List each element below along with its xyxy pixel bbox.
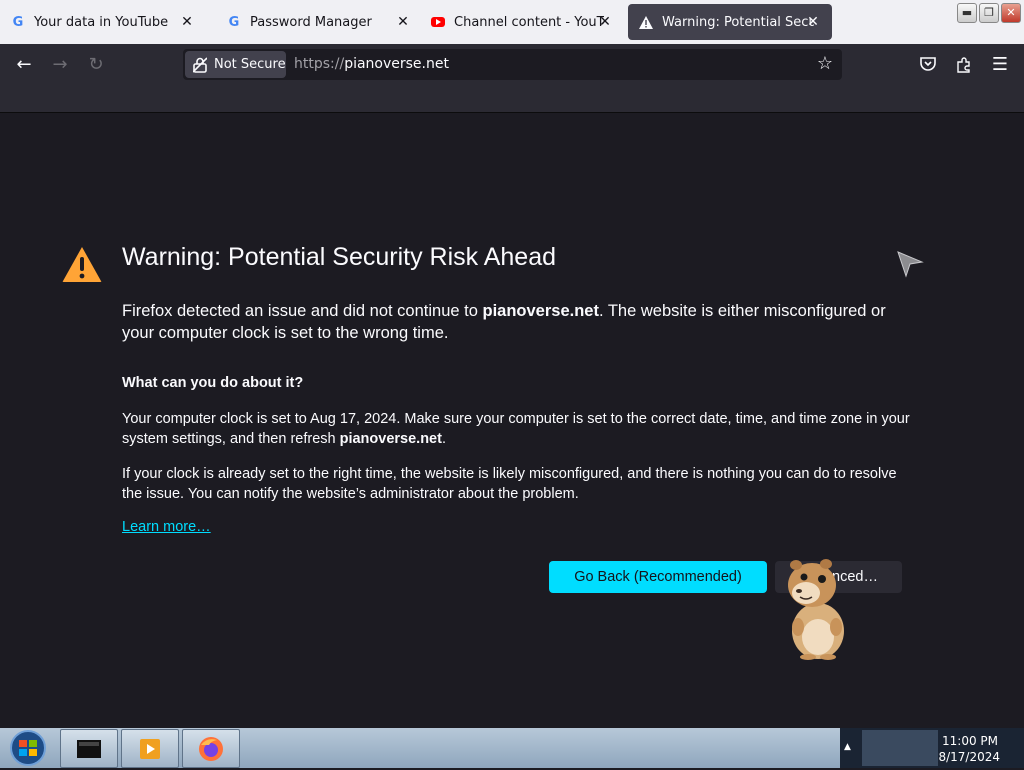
menu-icon[interactable]: ☰ [987, 52, 1013, 78]
advice-text: Your computer clock is set to Aug 17, 20… [122, 411, 910, 447]
window-close-button[interactable]: ✕ [1001, 3, 1021, 23]
url-text[interactable]: https://pianoverse.net [294, 56, 449, 72]
tab-strip: G Your data in YouTube ✕ G Password Mana… [0, 0, 1024, 44]
navigation-toolbar: ← → ↻ Not Secure https://pianoverse.net … [0, 44, 1024, 86]
start-button[interactable] [2, 730, 54, 766]
close-icon[interactable]: ✕ [178, 13, 196, 31]
url-protocol: https:// [294, 56, 345, 72]
mouse-cursor-icon [896, 250, 924, 282]
tab-label: Password Manager [250, 14, 372, 30]
close-icon[interactable]: ✕ [596, 13, 614, 31]
back-button[interactable]: ← [11, 52, 37, 78]
tab-label: Your data in YouTube [34, 14, 169, 30]
description-text: Firefox detected an issue and did not co… [122, 302, 483, 320]
reload-button[interactable]: ↻ [83, 52, 109, 78]
tab-security-warning[interactable]: Warning: Potential Security R ✕ [628, 4, 832, 40]
tab-your-data-youtube[interactable]: G Your data in YouTube ✕ [0, 0, 206, 44]
url-bar[interactable]: Not Secure https://pianoverse.net ☆ [183, 49, 842, 80]
minimize-button[interactable]: ▬ [957, 3, 977, 23]
error-description: Firefox detected an issue and did not co… [122, 300, 912, 344]
pocket-icon[interactable] [915, 52, 941, 78]
close-icon[interactable]: ✕ [394, 13, 412, 31]
youtube-icon [430, 14, 446, 30]
hamster-sticker-icon [782, 557, 852, 665]
advice-text: . [441, 431, 446, 447]
tab-password-manager[interactable]: G Password Manager ✕ [216, 0, 422, 44]
taskbar-app-media-player[interactable] [121, 729, 179, 768]
what-can-you-do-heading: What can you do about it? [122, 375, 304, 391]
tab-label: Warning: Potential Security R [662, 14, 814, 30]
forward-button[interactable]: → [47, 52, 73, 78]
error-page: Warning: Potential Security Risk Ahead F… [0, 113, 1024, 728]
google-icon: G [12, 14, 24, 30]
clock-time[interactable]: 11:00 PM [942, 734, 998, 748]
warning-icon [638, 14, 654, 30]
tab-channel-content[interactable]: Channel content - YouTube ✕ [420, 0, 624, 44]
maximize-button[interactable]: ❐ [979, 3, 999, 23]
taskbar-app-terminal[interactable] [60, 729, 118, 768]
extensions-icon[interactable] [951, 52, 977, 78]
taskbar-app-firefox[interactable] [182, 729, 240, 768]
clock-advice: Your computer clock is set to Aug 17, 20… [122, 409, 912, 449]
insecure-lock-icon [191, 56, 209, 74]
bookmarks-toolbar [0, 86, 1024, 113]
windows-taskbar: ▲ 11:00 PM 8/17/2024 [0, 728, 1024, 768]
show-hidden-icons-icon[interactable]: ▲ [844, 742, 851, 752]
tab-label: Channel content - YouTube [454, 14, 604, 30]
site-host: pianoverse.net [482, 302, 599, 320]
warning-icon [62, 246, 102, 287]
site-host: pianoverse.net [339, 431, 442, 447]
misconfigured-advice: If your clock is already set to the righ… [122, 466, 897, 502]
not-secure-label: Not Secure [214, 57, 286, 72]
close-icon[interactable]: ✕ [804, 13, 822, 31]
system-tray: ▲ 11:00 PM 8/17/2024 [840, 728, 1024, 768]
learn-more-link[interactable]: Learn more… [122, 519, 211, 535]
url-host: pianoverse.net [344, 56, 449, 72]
not-secure-badge[interactable]: Not Secure [185, 51, 286, 78]
google-icon: G [228, 14, 240, 30]
tray-thumbnail [862, 730, 938, 766]
clock-date[interactable]: 8/17/2024 [938, 750, 1000, 764]
go-back-button[interactable]: Go Back (Recommended) [549, 561, 767, 593]
bookmark-star-icon[interactable]: ☆ [814, 53, 836, 75]
page-title: Warning: Potential Security Risk Ahead [122, 243, 557, 271]
